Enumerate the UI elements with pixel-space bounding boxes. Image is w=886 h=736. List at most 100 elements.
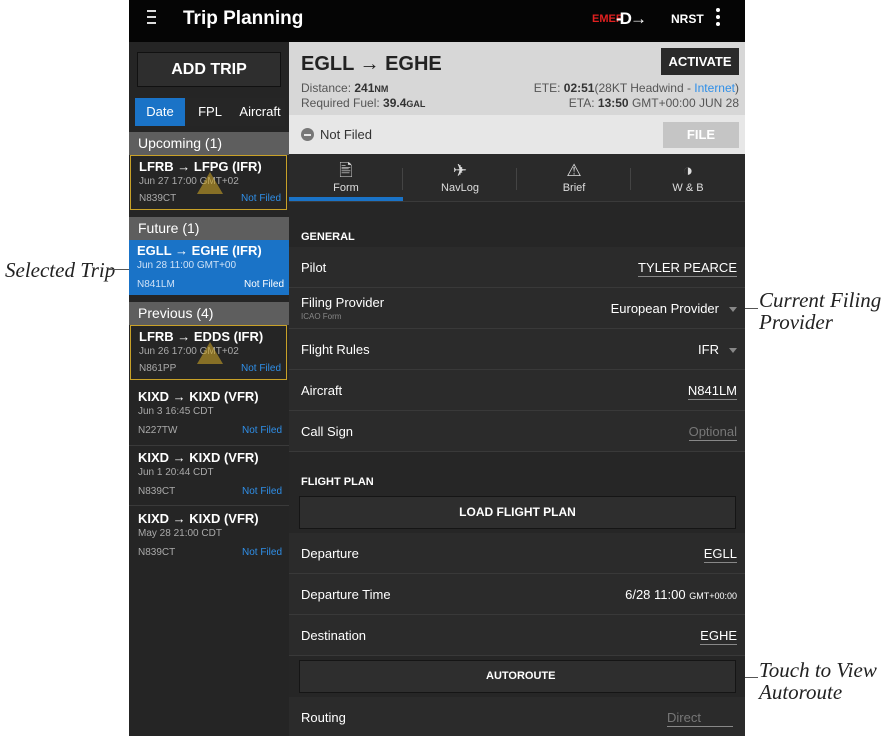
section-title-general: GENERAL (301, 231, 355, 243)
trip-status: Not Filed (241, 486, 282, 497)
call-sign-field[interactable]: Optional (688, 424, 737, 441)
pilot-label: Pilot (301, 260, 327, 275)
distance: Distance: 241NM (301, 81, 389, 95)
callout-current-filing-provider: Current Filing Provider (759, 289, 881, 333)
trip-date: May 28 21:00 CDT (138, 528, 222, 539)
trip-status: Not Filed (241, 547, 282, 558)
hamburger-menu-icon[interactable] (147, 10, 161, 28)
trip-route: KIXD → KIXD (VFR) (138, 389, 259, 404)
trip-status: Not Filed (240, 193, 281, 204)
trip-tail: N861PP (139, 363, 177, 374)
routing-row[interactable]: Routing Direct (289, 697, 745, 736)
callout-line-1: Touch to View (759, 658, 877, 682)
file-button[interactable]: FILE (663, 122, 739, 148)
callout-touch-autoroute: Touch to View Autoroute (759, 659, 877, 703)
trip-status: Not Filed (243, 279, 284, 290)
filing-provider-row[interactable]: Filing Provider ICAO Form European Provi… (289, 288, 745, 329)
section-title-flight-plan: FLIGHT PLAN (301, 476, 374, 488)
filing-status-bar: Not Filed FILE (289, 115, 745, 154)
ete: ETE: 02:51(28KT Headwind - Internet) (533, 81, 739, 95)
divider (129, 505, 289, 506)
navlog-icon: ✈ (452, 161, 468, 180)
nearest-button[interactable]: NRST (671, 12, 704, 26)
aircraft-field[interactable]: N841LM (687, 383, 737, 400)
trip-date: Jun 28 11:00 GMT+00 (137, 260, 237, 271)
sort-date-tab[interactable]: Date (135, 98, 185, 126)
brief-icon: ⚠ (566, 161, 582, 180)
callout-selected-trip: Selected Trip (5, 258, 116, 282)
departure-label: Departure (301, 546, 359, 561)
call-sign-label: Call Sign (301, 424, 354, 439)
trip-status: Not Filed (240, 363, 281, 374)
trip-summary: EGLL → EGHE Distance: 241NM Required Fue… (289, 42, 745, 115)
sort-segmented-control: Date FPL Aircraft (135, 98, 285, 126)
trip-item[interactable]: KIXD → KIXD (VFR) Jun 3 16:45 CDT N227TW… (130, 386, 287, 441)
aircraft-row[interactable]: Aircraft N841LM (289, 370, 745, 411)
form-icon: 🖹 (339, 161, 353, 180)
chevron-down-icon (729, 348, 737, 354)
top-bar: Trip Planning EMER -D→ NRST (129, 0, 745, 42)
trip-item[interactable]: LFRB → EDDS (IFR) Jun 26 17:00 GMT+02 N8… (130, 325, 287, 380)
destination-row[interactable]: Destination EGHE (289, 615, 745, 656)
departure-time-label: Departure Time (301, 587, 391, 602)
section-header-future: Future (1) (129, 217, 289, 240)
flight-rules-label: Flight Rules (301, 342, 370, 357)
sort-fpl-tab[interactable]: FPL (185, 98, 235, 126)
trip-tail: N839CT (139, 193, 177, 204)
trip-route: KIXD → KIXD (VFR) (138, 450, 259, 465)
departure-field[interactable]: EGLL (703, 546, 737, 563)
filing-provider-sublabel: ICAO Form (301, 312, 342, 321)
trip-tail: N841LM (137, 279, 175, 290)
trip-date: Jun 3 16:45 CDT (138, 406, 214, 417)
trip-item[interactable]: KIXD → KIXD (VFR) Jun 1 20:44 CDT N839CT… (130, 447, 287, 502)
tab-navlog[interactable]: ✈ NavLog (403, 154, 517, 201)
trip-route: KIXD → KIXD (VFR) (138, 511, 259, 526)
flight-rules-select[interactable]: IFR (698, 342, 737, 358)
trip-route: EGLL → EGHE (IFR) (137, 243, 262, 258)
trip-tail: N227TW (138, 425, 178, 436)
trip-item-selected[interactable]: EGLL → EGHE (IFR) Jun 28 11:00 GMT+00 N8… (129, 240, 289, 295)
routing-field[interactable]: Direct (667, 710, 733, 727)
aircraft-label: Aircraft (301, 383, 343, 398)
wind-source-link[interactable]: Internet (694, 81, 735, 95)
direct-to-icon[interactable]: -D→ (616, 9, 647, 29)
sort-aircraft-tab[interactable]: Aircraft (235, 98, 285, 126)
app-title: Trip Planning (183, 8, 304, 29)
activate-button[interactable]: ACTIVATE (661, 48, 739, 75)
add-trip-button[interactable]: ADD TRIP (137, 52, 281, 87)
filing-provider-select[interactable]: European Provider (611, 301, 737, 317)
detail-tabs: 🖹 Form ✈ NavLog ⚠ Brief ◑ W & B (289, 154, 745, 202)
departure-time-field[interactable]: 6/28 11:00 GMT+00:00 (625, 587, 737, 603)
tab-weight-balance[interactable]: ◑ W & B (631, 154, 745, 201)
flight-rules-row[interactable]: Flight Rules IFR (289, 329, 745, 370)
autoroute-button[interactable]: AUTOROUTE (299, 660, 736, 693)
callout-line-2: Autoroute (759, 680, 843, 704)
pilot-field[interactable]: TYLER PEARCE (638, 260, 737, 277)
trip-route-title: EGLL → EGHE (301, 53, 442, 75)
destination-label: Destination (301, 628, 367, 643)
call-sign-row[interactable]: Call Sign Optional (289, 411, 745, 452)
destination-field[interactable]: EGHE (700, 628, 737, 645)
filing-provider-label: Filing Provider (301, 295, 385, 310)
trip-item[interactable]: LFRB → LFPG (IFR) Jun 27 17:00 GMT+02 N8… (130, 155, 287, 210)
eta: ETA: 13:50 GMT+00:00 JUN 28 (568, 96, 739, 110)
more-options-icon[interactable] (715, 8, 721, 30)
warning-icon (197, 342, 223, 364)
filing-status: Not Filed (320, 127, 373, 142)
chevron-down-icon (729, 307, 737, 313)
section-header-previous: Previous (4) (129, 302, 289, 325)
trip-item[interactable]: KIXD → KIXD (VFR) May 28 21:00 CDT N839C… (130, 508, 287, 563)
callout-line-1: Current Filing (759, 288, 882, 312)
routing-label: Routing (301, 710, 346, 725)
trip-tail: N839CT (138, 486, 176, 497)
pilot-row[interactable]: Pilot TYLER PEARCE (289, 247, 745, 288)
tab-brief[interactable]: ⚠ Brief (517, 154, 631, 201)
tab-form[interactable]: 🖹 Form (289, 154, 403, 201)
trip-date: Jun 1 20:44 CDT (138, 467, 214, 478)
departure-time-row[interactable]: Departure Time 6/28 11:00 GMT+00:00 (289, 574, 745, 615)
divider (129, 445, 289, 446)
not-filed-icon (301, 128, 314, 141)
load-flight-plan-button[interactable]: LOAD FLIGHT PLAN (299, 496, 736, 529)
departure-row[interactable]: Departure EGLL (289, 533, 745, 574)
callout-line-2: Provider (759, 310, 833, 334)
